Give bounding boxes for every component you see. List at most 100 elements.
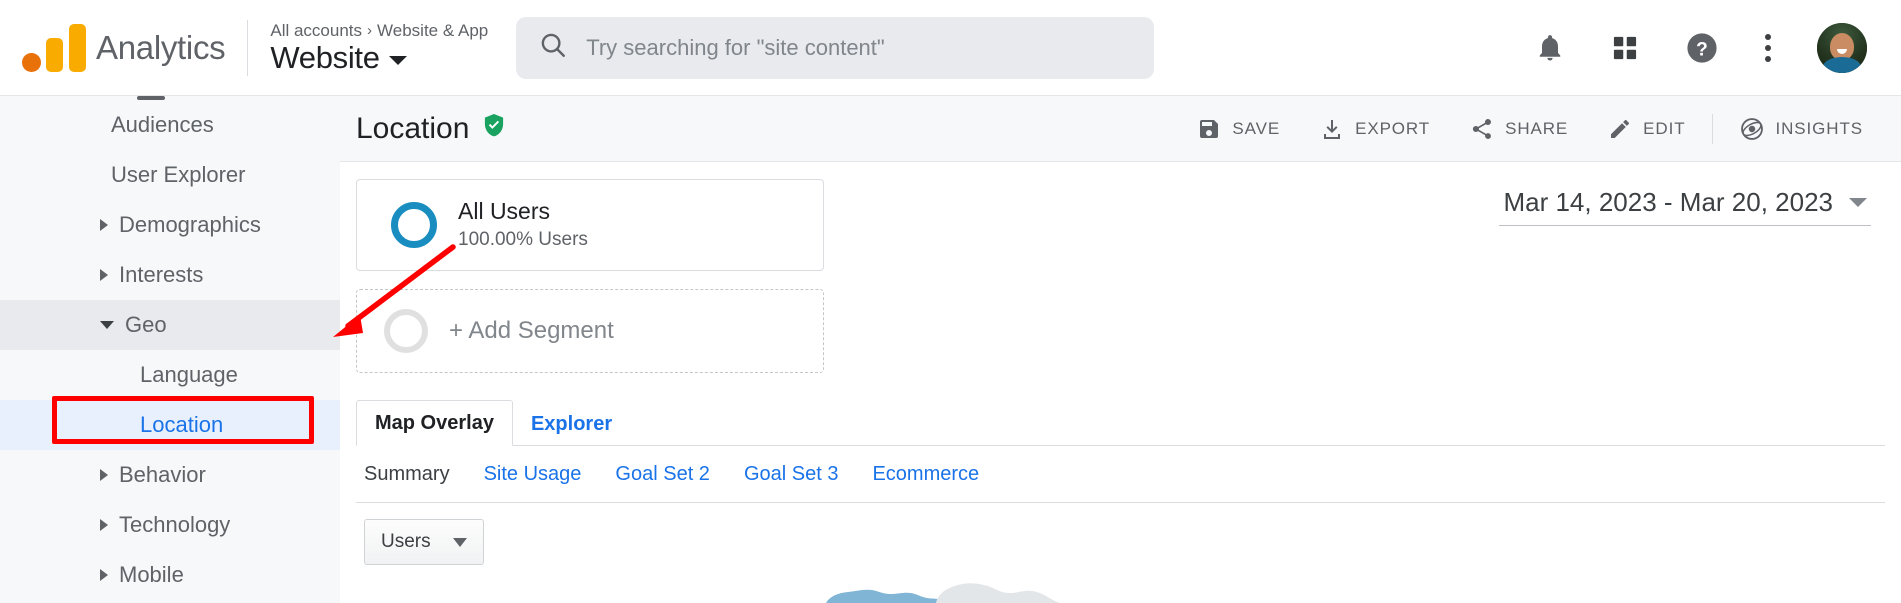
header-divider (247, 19, 249, 76)
chevron-right-icon[interactable] (100, 569, 108, 581)
sidebar-item-demographics[interactable]: Demographics (0, 200, 340, 250)
analytics-logo-icon[interactable] (22, 23, 86, 72)
chevron-down-icon[interactable] (100, 321, 114, 329)
export-label: EXPORT (1355, 118, 1431, 138)
subtab-ecommerce[interactable]: Ecommerce (872, 463, 979, 486)
edit-label: EDIT (1643, 118, 1686, 138)
export-button[interactable]: EXPORT (1300, 117, 1450, 141)
segment-percent: 100.00% Users (458, 228, 588, 250)
toolbar-divider (1711, 113, 1713, 144)
page-title-text: Location (356, 111, 470, 145)
add-segment-button[interactable]: + Add Segment (356, 289, 824, 373)
metric-select-users[interactable]: Users (364, 519, 484, 565)
chevron-right-icon[interactable] (100, 519, 108, 531)
date-range-value: Mar 14, 2023 - Mar 20, 2023 (1503, 187, 1833, 217)
insights-label: INSIGHTS (1775, 118, 1863, 138)
view-name: Website (270, 39, 380, 75)
page-title: Location (356, 112, 507, 146)
subtab-goal-set-2[interactable]: Goal Set 2 (615, 463, 710, 486)
insights-atom-icon (1740, 117, 1763, 140)
sidebar-item-geo[interactable]: Geo (0, 300, 340, 350)
segment-name: All Users (458, 197, 551, 224)
search-input[interactable]: Try searching for "site content" (516, 16, 1155, 79)
chevron-down-icon (452, 537, 467, 547)
download-export-icon (1324, 119, 1341, 139)
sidebar-item-label: Demographics (119, 212, 261, 237)
pencil-edit-icon (1611, 119, 1630, 138)
edit-button[interactable]: EDIT (1588, 117, 1705, 141)
chevron-right-icon[interactable] (100, 219, 108, 231)
chevron-right-icon[interactable] (100, 269, 108, 281)
chevron-down-icon[interactable] (388, 56, 407, 66)
header-icon-group: ? (1535, 22, 1901, 73)
sidebar-item-label: Interests (119, 262, 204, 287)
brand-name: Analytics (96, 28, 226, 66)
report-subtabs: Summary Site Usage Goal Set 2 Goal Set 3… (356, 446, 1885, 503)
breadcrumb-property: Website & App (377, 20, 489, 40)
report-tabs: Map Overlay Explorer (356, 399, 1885, 446)
top-app-bar: Analytics All accounts › Website & App W… (0, 0, 1901, 96)
apps-grid-icon[interactable] (1611, 34, 1639, 62)
insights-button[interactable]: INSIGHTS (1719, 116, 1884, 142)
sidebar-item-label: Geo (125, 312, 167, 337)
sidebar-item-mobile[interactable]: Mobile (0, 550, 340, 600)
save-label: SAVE (1232, 118, 1281, 138)
share-nodes-icon (1472, 118, 1492, 139)
date-range-picker[interactable]: Mar 14, 2023 - Mar 20, 2023 (1499, 187, 1871, 226)
metric-select-value: Users (381, 531, 431, 552)
save-disk-icon (1200, 119, 1219, 138)
add-segment-label: + Add Segment (449, 317, 614, 344)
report-toolbar: SAVE EXPORT SHARE EDIT INSIGHTS (1177, 113, 1884, 144)
sidebar-item-audiences[interactable]: Audiences (0, 100, 340, 150)
sidebar-item-label: Location (140, 412, 224, 437)
share-label: SHARE (1505, 118, 1569, 138)
save-button[interactable]: SAVE (1177, 117, 1300, 141)
subtab-goal-set-3[interactable]: Goal Set 3 (744, 463, 839, 486)
sidebar-item-label: Mobile (119, 562, 184, 587)
sidebar-item-label: Technology (119, 512, 231, 537)
search-placeholder: Try searching for "site content" (586, 34, 885, 60)
account-selector[interactable]: All accounts › Website & App Website (270, 21, 488, 75)
search-icon (538, 30, 568, 65)
breadcrumb-account: All accounts (270, 20, 363, 40)
metric-selector-bar: Users (356, 503, 1885, 565)
chevron-right-icon: › (367, 22, 373, 40)
add-segment-ring-icon (384, 309, 428, 353)
sidebar-item-behavior[interactable]: Behavior (0, 450, 340, 500)
tab-map-overlay[interactable]: Map Overlay (356, 400, 513, 446)
sidebar-item-label: Audiences (111, 112, 214, 137)
segment-ring-icon (391, 202, 437, 248)
shield-check-icon (481, 112, 507, 146)
report-header: Location SAVE EXPORT SHARE EDIT INSIGHTS (340, 96, 1901, 162)
sidebar-item-technology[interactable]: Technology (0, 500, 340, 550)
tab-map-overlay-label: Map Overlay (375, 412, 494, 434)
user-avatar[interactable] (1817, 22, 1867, 73)
svg-text:?: ? (1696, 39, 1708, 60)
help-question-icon[interactable]: ? (1685, 31, 1719, 65)
sidebar-item-label: Language (140, 362, 238, 387)
report-body: All Users 100.00% Users + Add Segment Ma… (340, 162, 1901, 565)
tab-explorer[interactable]: Explorer (513, 402, 630, 446)
map-overlay-preview (340, 577, 1901, 603)
chevron-down-icon (1849, 198, 1867, 207)
sidebar-item-user-explorer[interactable]: User Explorer (0, 150, 340, 200)
sidebar-item-language[interactable]: Language (0, 350, 340, 400)
sidebar-item-label: User Explorer (111, 162, 246, 187)
sidebar-item-label: Behavior (119, 462, 206, 487)
more-vert-kebab-icon[interactable] (1765, 33, 1771, 62)
share-button[interactable]: SHARE (1450, 117, 1588, 141)
chevron-right-icon[interactable] (100, 469, 108, 481)
notifications-bell-icon[interactable] (1535, 33, 1565, 63)
sidebar-item-interests[interactable]: Interests (0, 250, 340, 300)
breadcrumb: All accounts › Website & App (270, 21, 488, 41)
left-sidebar-nav: Audiences User Explorer Demographics Intere… (0, 96, 340, 603)
tab-explorer-label: Explorer (530, 413, 613, 435)
sidebar-item-location[interactable]: Location (0, 400, 340, 450)
subtab-site-usage[interactable]: Site Usage (484, 463, 582, 486)
sidebar-nav-list: Audiences User Explorer Demographics Intere… (0, 96, 340, 600)
main-content: Location SAVE EXPORT SHARE EDIT INSIGHTS… (340, 96, 1901, 603)
segment-column: All Users 100.00% Users + Add Segment (356, 179, 824, 373)
subtab-summary[interactable]: Summary (364, 463, 450, 486)
segment-all-users[interactable]: All Users 100.00% Users (356, 179, 824, 271)
segment-bar: All Users 100.00% Users + Add Segment Ma… (356, 162, 1885, 373)
